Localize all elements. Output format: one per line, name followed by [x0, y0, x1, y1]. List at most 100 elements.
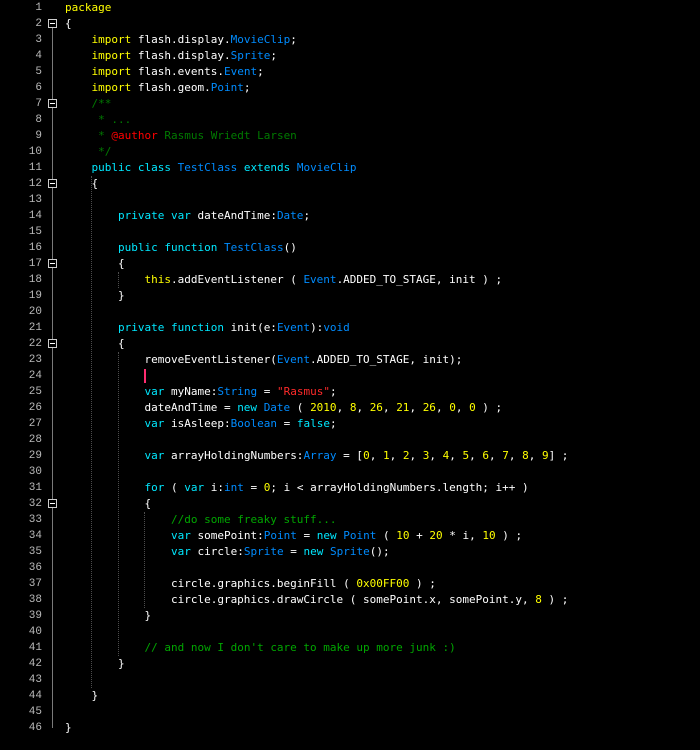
code-line[interactable]: this.addEventListener ( Event.ADDED_TO_S… — [65, 272, 502, 288]
number-literal: 8 — [535, 593, 542, 606]
code-text: , — [449, 449, 463, 462]
number-literal: 8 — [522, 449, 529, 462]
type-name: String — [217, 385, 258, 398]
code-text: , — [429, 449, 443, 462]
code-text: , — [336, 401, 350, 414]
code-line[interactable]: //do some freaky stuff... — [65, 512, 337, 528]
code-text: } — [65, 609, 152, 622]
code-text: { — [65, 257, 125, 270]
code-text: flash.display. — [131, 49, 231, 62]
code-line[interactable]: { — [65, 336, 125, 352]
doc-comment: * ... — [98, 113, 132, 126]
code-text: = [ — [336, 449, 364, 462]
keyword: package — [65, 1, 112, 14]
type-name: Date — [276, 209, 304, 222]
code-line[interactable]: public function TestClass() — [65, 240, 297, 256]
code-line[interactable]: } — [65, 656, 125, 672]
code-text: dateAndTime: — [190, 209, 277, 222]
code-line[interactable]: import flash.events.Event; — [65, 64, 264, 80]
code-line[interactable]: dateAndTime = new Date ( 2010, 8, 26, 21… — [65, 400, 502, 416]
code-text: + — [409, 529, 430, 542]
declaration-keyword: var — [144, 385, 165, 398]
declaration-keyword: public — [91, 161, 132, 174]
line-number: 9 — [35, 130, 42, 142]
code-line[interactable]: removeEventListener(Event.ADDED_TO_STAGE… — [65, 352, 462, 368]
code-line[interactable]: * @author Rasmus Wriedt Larsen — [65, 128, 297, 144]
declaration-keyword: class — [137, 161, 171, 174]
code-line[interactable]: { — [65, 176, 98, 192]
code-line[interactable]: var isAsleep:Boolean = false; — [65, 416, 336, 432]
number-literal: 21 — [396, 401, 410, 414]
type-name: Event — [303, 273, 337, 286]
declaration-keyword: var — [170, 529, 191, 542]
code-line[interactable]: var arrayHoldingNumbers:Array = [0, 1, 2… — [65, 448, 568, 464]
code-line[interactable]: var somePoint:Point = new Point ( 10 + 2… — [65, 528, 522, 544]
line-number: 33 — [28, 514, 42, 526]
code-line[interactable]: package — [65, 0, 111, 16]
code-text: = — [283, 545, 304, 558]
code-text: flash.geom. — [131, 81, 211, 94]
declaration-keyword: var — [184, 481, 205, 494]
line-number: 11 — [28, 162, 42, 174]
code-line[interactable]: { — [65, 16, 72, 32]
code-line[interactable]: } — [65, 688, 98, 704]
code-line[interactable]: import flash.display.MovieClip; — [65, 32, 297, 48]
type-name: void — [323, 321, 350, 334]
code-line[interactable]: import flash.geom.Point; — [65, 80, 251, 96]
code-text: , — [389, 449, 403, 462]
code-line[interactable]: */ — [65, 144, 111, 160]
fold-range-line — [52, 268, 53, 296]
code-line[interactable]: { — [65, 496, 151, 512]
code-line[interactable]: circle.graphics.drawCircle ( somePoint.x… — [65, 592, 568, 608]
fold-toggle-icon[interactable] — [48, 99, 57, 108]
code-text: .ADDED_TO_STAGE, init); — [310, 353, 463, 366]
code-editor[interactable]: 1 2 3 4 5 6 7 8 9 10 11 12 13 14 15 16 17 18 19 20 21 22 23 24 2… — [0, 0, 700, 750]
number-literal: 0 — [469, 401, 476, 414]
fold-toggle-icon[interactable] — [48, 179, 57, 188]
code-line[interactable]: var circle:Sprite = new Sprite(); — [65, 544, 390, 560]
line-number: 45 — [28, 706, 42, 718]
line-number: 34 — [28, 530, 42, 542]
code-line[interactable]: for ( var i:int = 0; i < arrayHoldingNum… — [65, 480, 528, 496]
declaration-keyword: for — [144, 481, 165, 494]
code-line[interactable]: } — [65, 608, 151, 624]
code-line[interactable]: private var dateAndTime:Date; — [65, 208, 310, 224]
string-literal: "Rasmus" — [276, 385, 330, 398]
code-line[interactable]: } — [65, 720, 72, 736]
code-text: } — [65, 657, 125, 670]
type-name: MovieClip — [296, 161, 357, 174]
number-literal: 7 — [502, 449, 509, 462]
code-line[interactable]: import flash.display.Sprite; — [65, 48, 277, 64]
code-text: (); — [369, 545, 390, 558]
code-line[interactable]: // and now I don't care to make up more … — [65, 640, 455, 656]
code-line[interactable]: * ... — [65, 112, 131, 128]
code-text: ) ; — [475, 401, 503, 414]
fold-toggle-icon[interactable] — [48, 339, 57, 348]
declaration-keyword: new — [237, 401, 258, 414]
fold-toggle-icon[interactable] — [48, 499, 57, 508]
code-text: arrayHoldingNumbers: — [164, 449, 304, 462]
type-name: Event — [276, 321, 311, 334]
code-line[interactable]: var myName:String = "Rasmus"; — [65, 384, 336, 400]
line-number: 42 — [28, 658, 42, 670]
fold-toggle-icon[interactable] — [48, 259, 57, 268]
code-line[interactable]: private function init(e:Event):void — [65, 320, 350, 336]
code-line[interactable]: circle.graphics.beginFill ( 0x00FF00 ) ; — [65, 576, 436, 592]
code-line[interactable]: public class TestClass extends MovieClip — [65, 160, 357, 176]
code-line[interactable]: } — [65, 288, 125, 304]
code-area[interactable]: package { import flash.display.MovieClip;… — [62, 0, 700, 750]
code-text: ( — [290, 401, 311, 414]
code-line[interactable]: { — [65, 256, 125, 272]
fold-toggle-icon[interactable] — [48, 19, 57, 28]
code-text: , — [356, 401, 370, 414]
code-text: i: — [204, 481, 224, 494]
declaration-keyword: private — [117, 321, 165, 334]
code-line[interactable]: /** — [65, 96, 112, 112]
